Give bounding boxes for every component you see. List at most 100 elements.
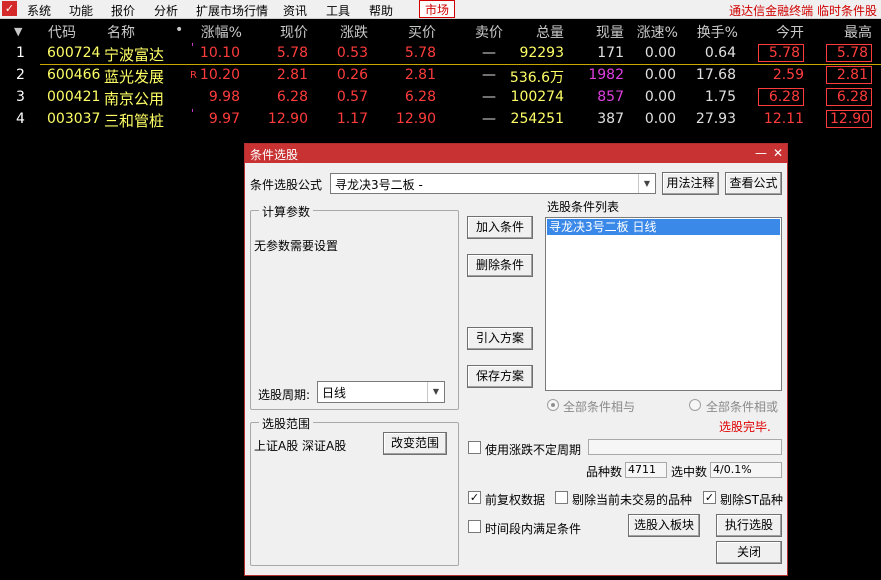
variable-period-label: 使用涨跌不定周期: [485, 443, 582, 457]
col-bid[interactable]: 买价: [390, 22, 436, 42]
col-name[interactable]: 名称: [107, 22, 135, 42]
radio-all-or[interactable]: [689, 399, 701, 411]
speed: 0.00: [644, 89, 676, 105]
ask: —: [482, 45, 496, 61]
flag-mark: ': [191, 41, 195, 54]
range-text: 上证A股 深证A股: [254, 439, 347, 453]
change-pct: 9.98: [208, 89, 240, 105]
time-range-checkbox[interactable]: [468, 520, 481, 533]
close-icon[interactable]: ✕: [771, 144, 785, 163]
volume: 254251: [510, 111, 564, 127]
flag-mark: ': [191, 107, 195, 120]
menu-bar: ✓ 系统 功能 报价 分析 扩展市场行情 资讯 工具 帮助 市场 通达信金融终端…: [0, 0, 881, 19]
chevron-down-icon[interactable]: ▼: [638, 174, 655, 193]
view-formula-button[interactable]: 查看公式: [725, 172, 782, 195]
selected-value: 4/0.1%: [710, 462, 782, 478]
change-range-button[interactable]: 改变范围: [383, 432, 447, 455]
menu-extended-market[interactable]: 扩展市场行情: [196, 2, 268, 19]
high: 5.78: [826, 44, 872, 62]
open: 12.11: [763, 111, 804, 127]
selected-label: 选中数: [671, 465, 708, 479]
range-group: 选股范围 上证A股 深证A股 改变范围: [250, 415, 459, 566]
volume: 100274: [510, 89, 564, 105]
forward-adjust-checkbox[interactable]: ✓: [468, 491, 481, 504]
menu-info[interactable]: 资讯: [283, 2, 307, 19]
volume: 536.6万: [509, 70, 564, 86]
ask: —: [482, 89, 496, 105]
menu-analysis[interactable]: 分析: [154, 2, 178, 19]
condition-list-label: 选股条件列表: [547, 200, 620, 214]
add-condition-button[interactable]: 加入条件: [467, 216, 533, 239]
row-index: 2: [16, 67, 25, 83]
open: 6.28: [758, 88, 804, 106]
range-group-title: 选股范围: [259, 415, 314, 432]
formula-value: 寻龙决3号二板 -: [335, 178, 423, 192]
radio-all-and[interactable]: [547, 399, 559, 411]
col-speed[interactable]: 涨速%: [630, 22, 678, 42]
col-open[interactable]: 今开: [758, 22, 804, 42]
period-select[interactable]: 日线 ▼: [317, 381, 445, 403]
bid: 12.90: [395, 111, 436, 127]
exclude-untraded-checkbox[interactable]: [555, 491, 568, 504]
app-logo-icon: ✓: [2, 1, 17, 16]
sort-arrow-icon[interactable]: ▼: [14, 25, 22, 38]
turnover: 1.75: [704, 89, 736, 105]
col-flag[interactable]: •: [175, 22, 183, 38]
col-change-pct[interactable]: 涨幅%: [196, 22, 242, 42]
stock-code: 600724: [47, 45, 101, 61]
change-pct: 10.20: [199, 67, 240, 83]
menu-function[interactable]: 功能: [69, 2, 93, 19]
volume: 92293: [519, 45, 564, 61]
variable-period-checkbox[interactable]: [468, 441, 481, 454]
params-group: 计算参数 无参数需要设置 选股周期: 日线 ▼: [250, 203, 459, 410]
variable-period-field[interactable]: [588, 439, 782, 455]
save-scheme-button[interactable]: 保存方案: [467, 365, 533, 388]
formula-select[interactable]: 寻龙决3号二板 - ▼: [330, 173, 656, 194]
menu-system[interactable]: 系统: [27, 2, 51, 19]
count-value: 4711: [625, 462, 667, 478]
ask: —: [482, 111, 496, 127]
col-turnover[interactable]: 换手%: [690, 22, 738, 42]
dialog-title-bar[interactable]: 条件选股 — ✕: [245, 144, 787, 163]
col-high[interactable]: 最高: [826, 22, 872, 42]
radio-all-or-label: 全部条件相或: [706, 400, 779, 414]
change: 1.17: [336, 111, 368, 127]
current-volume: 857: [597, 89, 624, 105]
bid: 2.81: [404, 67, 436, 83]
col-volume[interactable]: 总量: [518, 22, 564, 42]
execute-pick-button[interactable]: 执行选股: [716, 514, 782, 537]
condition-list[interactable]: 寻龙决3号二板 日线: [545, 217, 782, 391]
price: 5.78: [276, 45, 308, 61]
menu-market-tab[interactable]: 市场: [419, 0, 456, 18]
stock-code: 600466: [47, 67, 101, 83]
stock-code: 000421: [47, 89, 101, 105]
import-scheme-button[interactable]: 引入方案: [467, 327, 533, 350]
col-ask[interactable]: 卖价: [457, 22, 503, 42]
exclude-st-label: 剔除ST品种: [720, 493, 783, 507]
menu-help[interactable]: 帮助: [369, 2, 393, 19]
exclude-st-checkbox[interactable]: ✓: [703, 491, 716, 504]
close-button[interactable]: 关闭: [716, 541, 782, 564]
condition-stock-picker-dialog: 条件选股 — ✕ 条件选股公式 寻龙决3号二板 - ▼ 用法注释 查看公式 计算…: [244, 143, 788, 576]
delete-condition-button[interactable]: 删除条件: [467, 254, 533, 277]
menu-quote[interactable]: 报价: [111, 2, 135, 19]
add-to-block-button[interactable]: 选股入板块: [628, 514, 700, 537]
col-change[interactable]: 涨跌: [322, 22, 368, 42]
row-selection-line: [40, 64, 881, 65]
col-code[interactable]: 代码: [48, 22, 76, 42]
col-price[interactable]: 现价: [262, 22, 308, 42]
list-item[interactable]: 寻龙决3号二板 日线: [547, 219, 780, 235]
radio-all-and-label: 全部条件相与: [563, 400, 636, 414]
bid: 6.28: [404, 89, 436, 105]
count-label: 品种数: [586, 465, 623, 479]
chevron-down-icon[interactable]: ▼: [427, 382, 444, 402]
col-current-volume[interactable]: 现量: [578, 22, 624, 42]
stock-name: 南京公用: [104, 90, 165, 108]
usage-notes-button[interactable]: 用法注释: [662, 172, 719, 195]
speed: 0.00: [644, 111, 676, 127]
speed: 0.00: [644, 45, 676, 61]
ask: —: [482, 67, 496, 83]
menu-tools[interactable]: 工具: [326, 2, 350, 19]
minimize-icon[interactable]: —: [754, 144, 768, 163]
open: 2.59: [772, 67, 804, 83]
